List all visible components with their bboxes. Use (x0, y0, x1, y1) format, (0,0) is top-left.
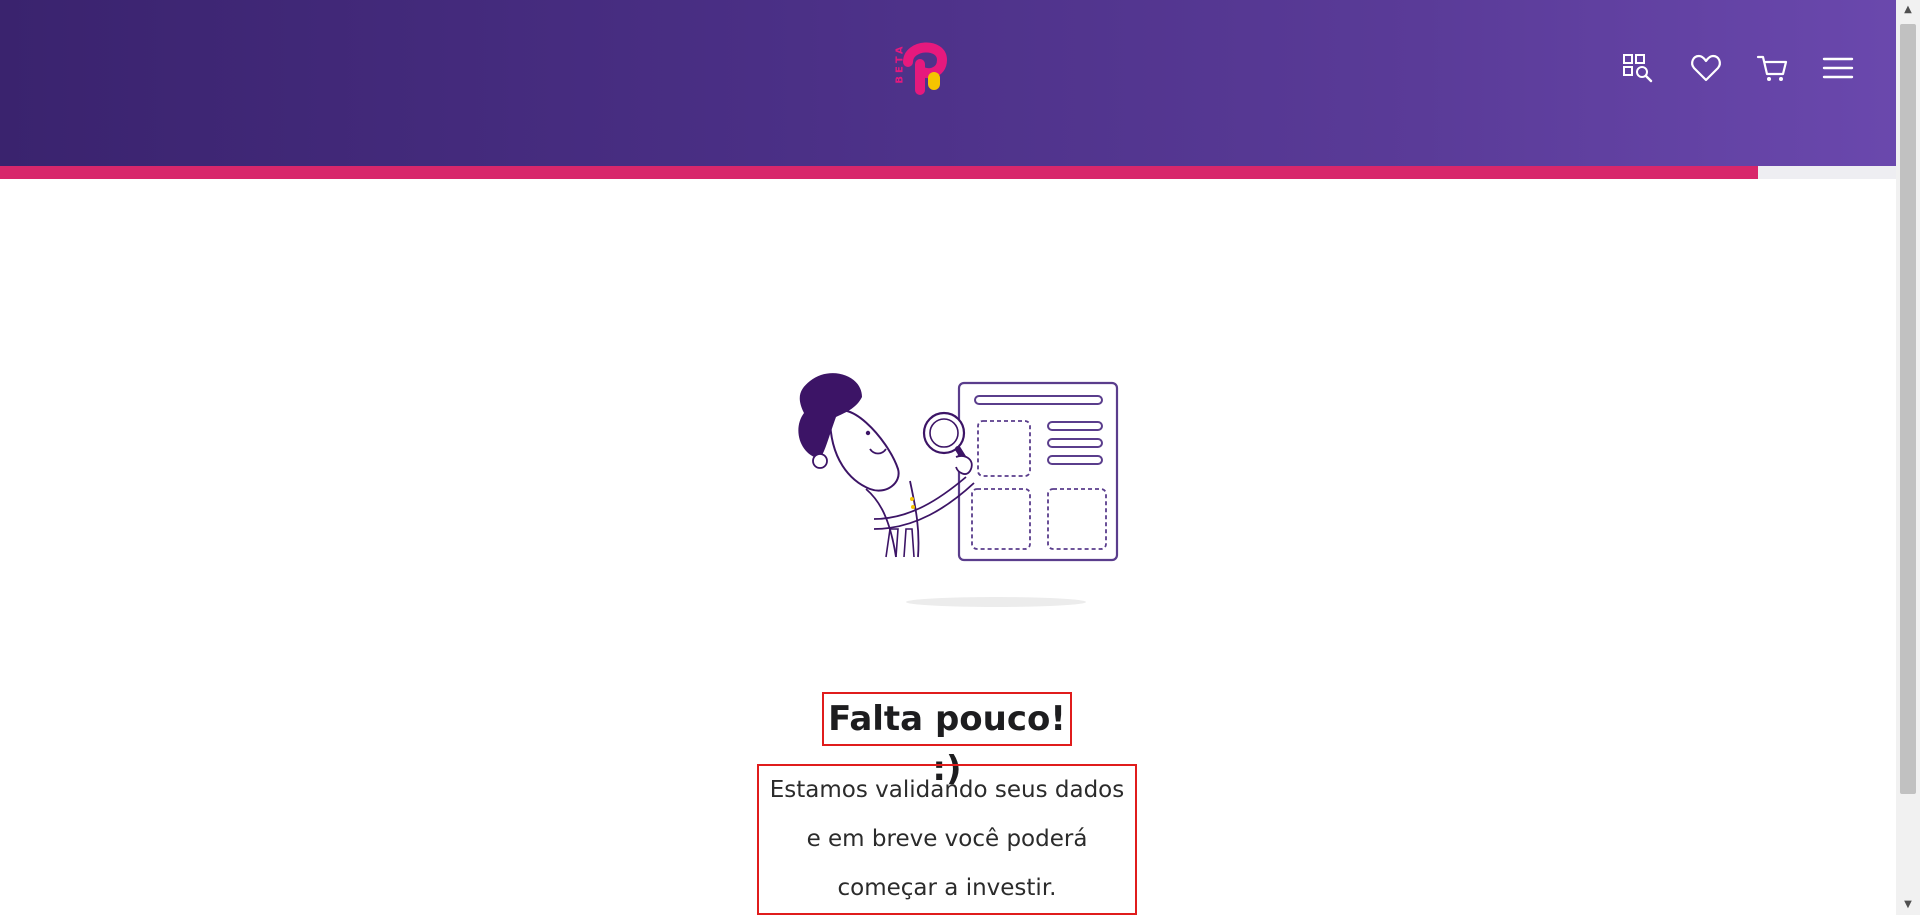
page: BETA Falta pouco!:) Estamos validando s… (0, 0, 1920, 915)
logo[interactable]: BETA (886, 28, 956, 98)
logo-beta-label: BETA (894, 43, 906, 84)
cart-icon[interactable] (1755, 50, 1791, 86)
heart-icon[interactable] (1688, 50, 1724, 86)
scroll-up-icon[interactable]: ▲ (1896, 0, 1920, 20)
header-bar: BETA (0, 0, 1896, 166)
search-grid-icon[interactable] (1620, 50, 1656, 86)
progress-bar (0, 166, 1896, 179)
vertical-scrollbar[interactable]: ▲ ▼ (1896, 0, 1920, 915)
page-title: Falta pouco! :) (822, 692, 1072, 789)
validation-message: Estamos validando seus dados e em breve … (757, 764, 1137, 915)
validation-illustration (770, 369, 1130, 619)
scrollbar-thumb[interactable] (1900, 24, 1916, 794)
progress-bar-fill (0, 166, 1758, 179)
menu-icon[interactable] (1820, 50, 1856, 86)
main-content: Falta pouco! :) Estamos validando seus d… (0, 179, 1896, 915)
scroll-down-icon[interactable]: ▼ (1896, 895, 1920, 915)
